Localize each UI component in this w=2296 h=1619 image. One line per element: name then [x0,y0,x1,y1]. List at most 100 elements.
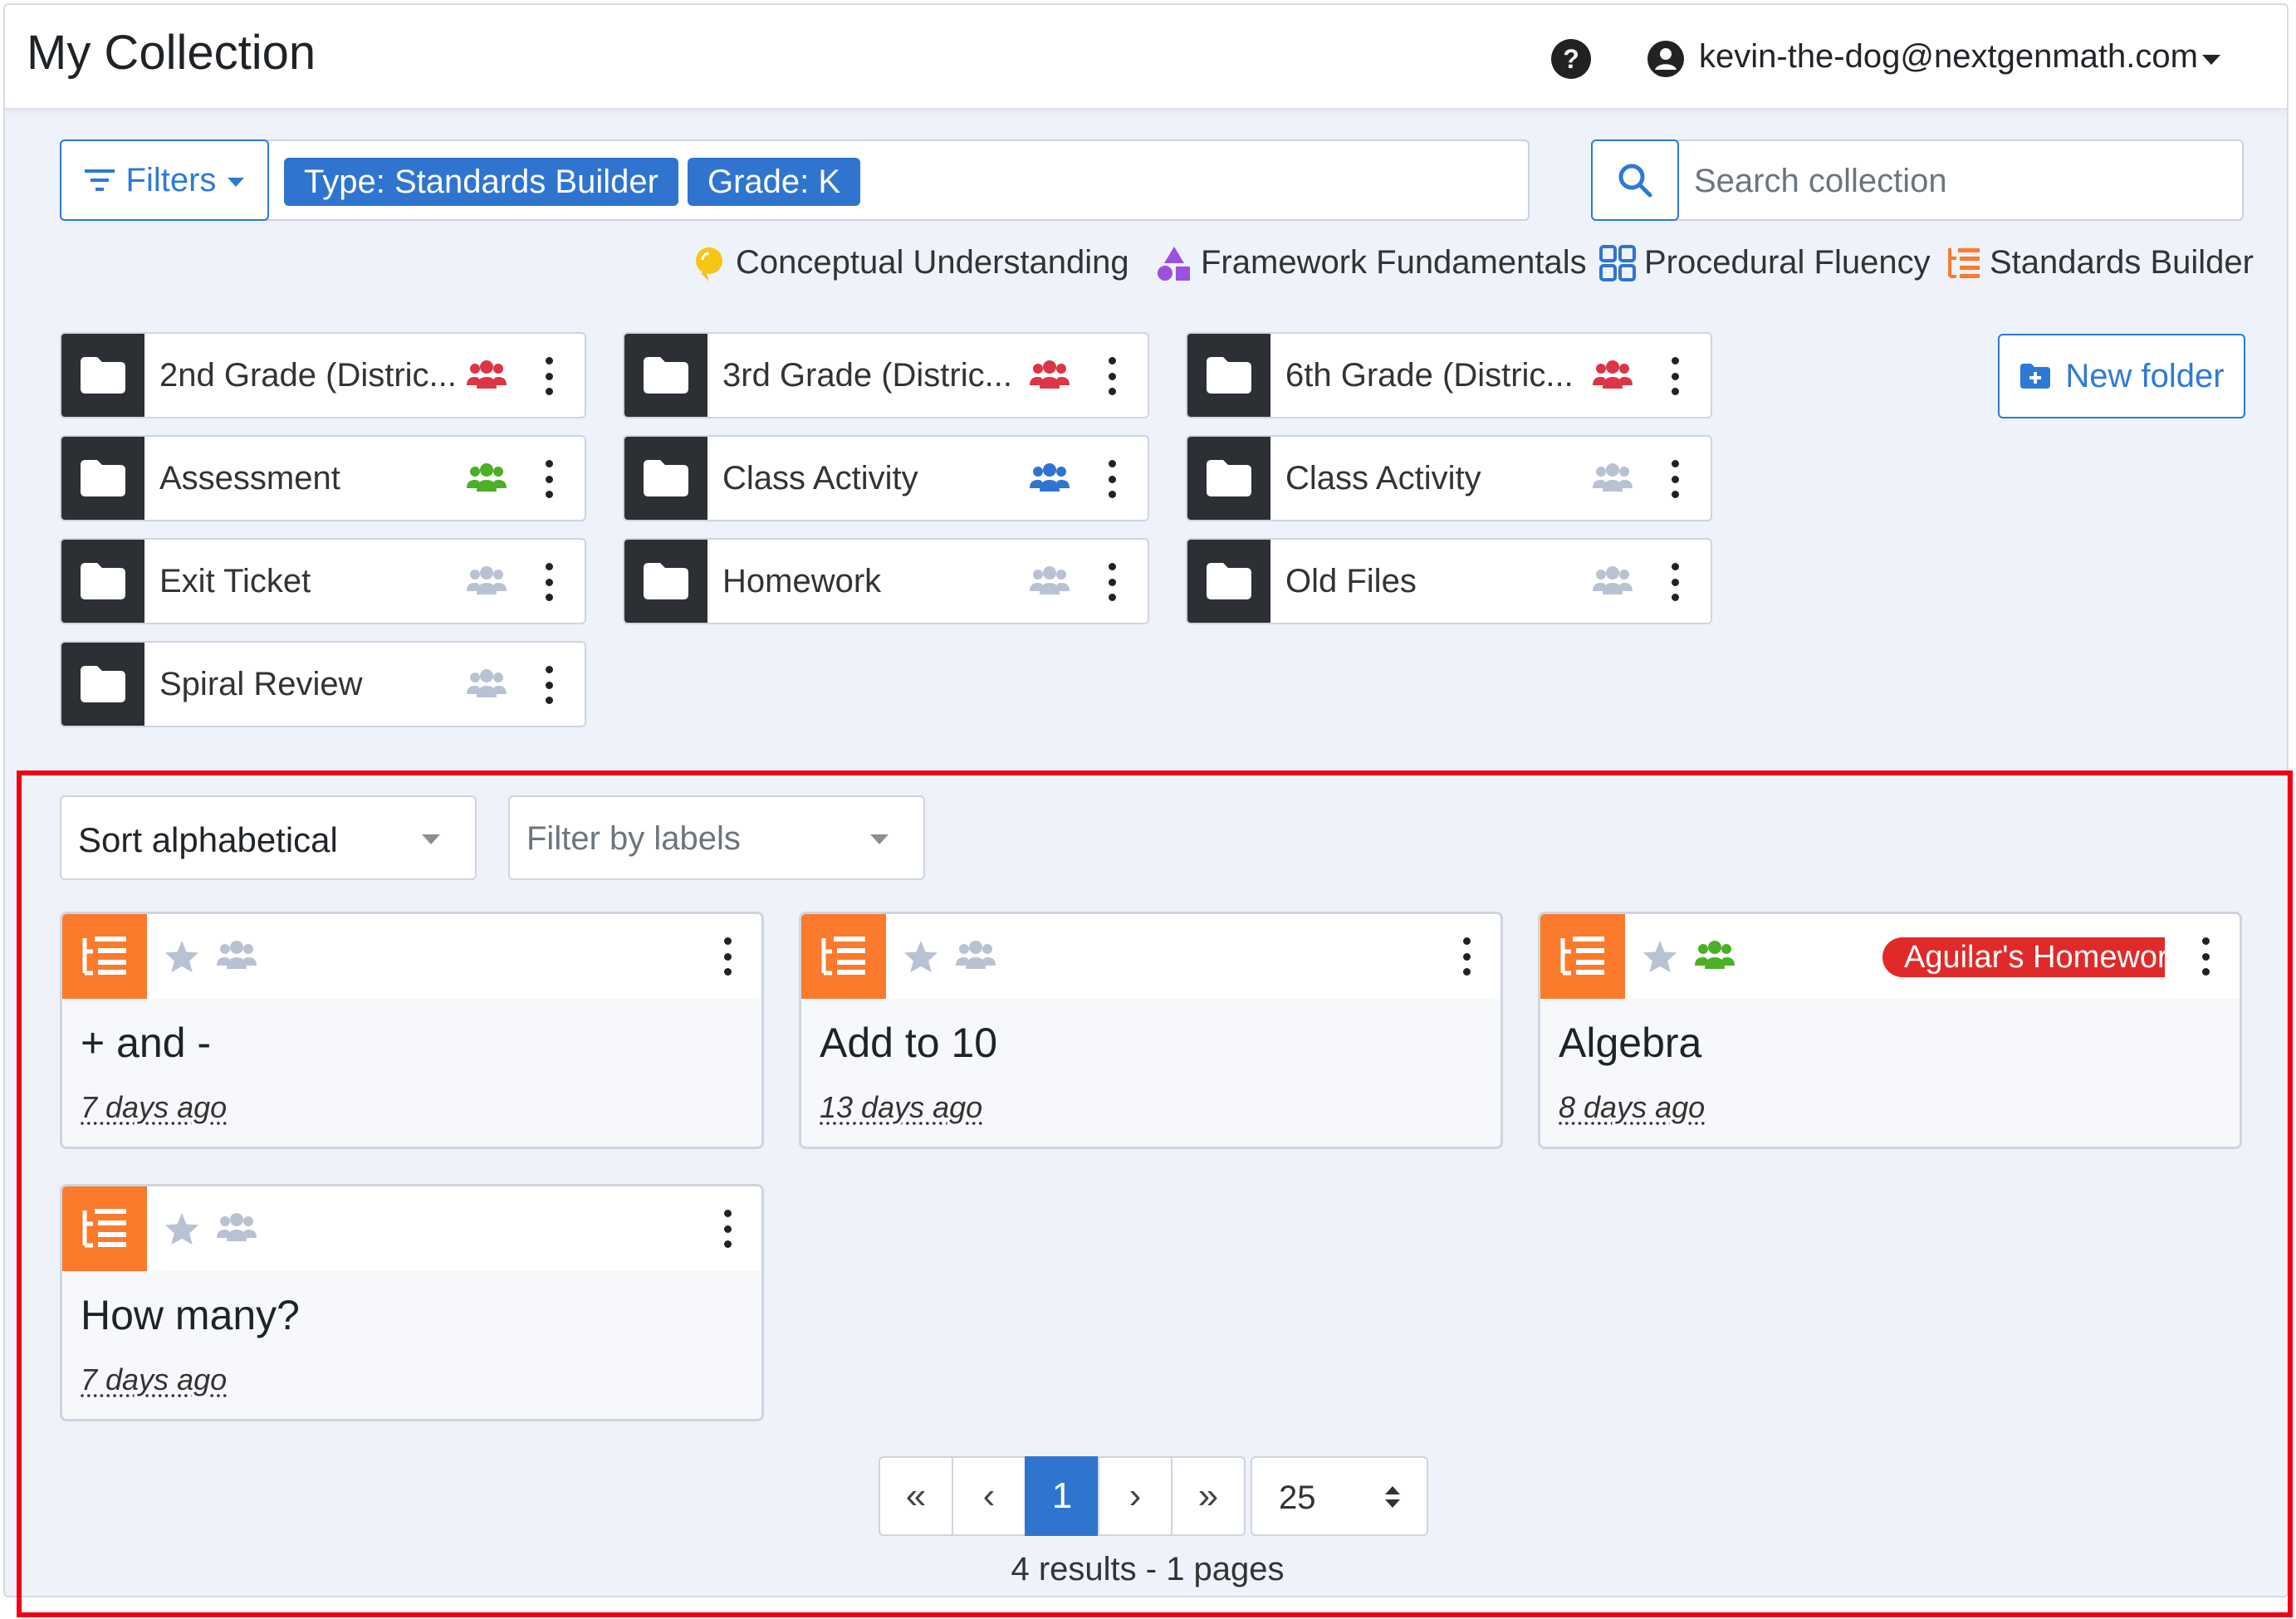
user-email[interactable]: kevin-the-dog@nextgenmath.com [1699,38,2198,76]
filter-chip-grade[interactable]: Grade: K [688,158,861,206]
filter-chip-type[interactable]: Type: Standards Builder [284,158,678,206]
legend-label: Procedural Fluency [1644,244,1931,281]
folder-item[interactable]: Class Activity [1186,435,1712,521]
folder-icon-tab [624,540,707,623]
more-options-icon[interactable] [545,563,553,601]
lightbulb-icon [696,247,722,281]
folder-icon [81,460,125,496]
folder-item[interactable]: 3rd Grade (Distric... [623,332,1149,418]
folder-name: Homework [722,563,882,599]
share-status [1591,462,1633,495]
folder-icon [1207,357,1251,394]
people-icon [1030,360,1070,389]
legend-label: Standards Builder [1990,244,2254,281]
more-options-icon[interactable] [1108,460,1116,498]
folder-item[interactable]: Spiral Review [60,641,586,727]
more-options-icon[interactable] [545,666,553,704]
folder-icon [81,666,125,702]
folder-icon-tab [624,334,707,417]
folder-name: Old Files [1285,563,1417,599]
folder-icon-tab [61,540,144,623]
more-options-icon[interactable] [1108,357,1116,395]
shapes-icon [1158,246,1190,281]
search-button[interactable] [1591,139,1679,221]
folder-icon-tab [61,334,144,417]
people-icon [1593,566,1633,594]
share-status [465,565,507,598]
legend-conceptual-understanding: Conceptual Understanding [691,244,1129,281]
folder-name: Exit Ticket [159,563,311,599]
new-folder-label: New folder [2065,357,2225,394]
active-filters-bar: Filters Type: Standards Builder Grade: K [60,139,1530,221]
help-icon[interactable]: ? [1551,39,1591,79]
folder-icon [81,563,125,599]
people-icon [1593,360,1633,389]
people-icon [467,463,507,492]
list-tree-icon [1948,247,1980,278]
people-icon [467,566,507,594]
more-options-icon[interactable] [545,357,553,395]
folder-name: Class Activity [722,460,918,496]
folder-icon-tab [61,437,144,520]
more-options-icon[interactable] [545,460,553,498]
share-status [465,462,507,495]
user-menu-caret-icon[interactable] [2202,55,2220,65]
folder-item[interactable]: Assessment [60,435,586,521]
share-status [465,668,507,701]
people-icon [467,360,507,389]
more-options-icon[interactable] [1671,563,1679,601]
share-status [465,359,507,392]
legend-label: Conceptual Understanding [736,244,1129,281]
legend-label: Framework Fundamentals [1201,244,1587,281]
folder-icon-tab [61,643,144,726]
folder-icon [81,357,125,394]
folder-item[interactable]: 6th Grade (Distric... [1186,332,1712,418]
folder-name: 3rd Grade (Distric... [722,357,1012,394]
caret-down-icon [228,177,245,187]
more-options-icon[interactable] [1671,460,1679,498]
new-folder-button[interactable]: New folder [1998,334,2245,418]
search-box [1591,139,2244,221]
folder-plus-icon [2020,364,2051,389]
legend-framework-fundamentals: Framework Fundamentals [1156,244,1587,281]
folder-icon-tab [624,437,707,520]
folder-name: Class Activity [1285,460,1481,496]
folder-item[interactable]: Exit Ticket [60,538,586,624]
people-icon [1030,566,1070,594]
legend-standards-builder: Standards Builder [1945,244,2254,281]
folder-name: Spiral Review [159,666,363,702]
filter-lines-icon [84,169,115,191]
user-avatar-icon[interactable] [1646,39,1686,79]
people-icon [467,669,507,697]
filters-button[interactable]: Filters [60,139,269,221]
search-icon [1618,164,1652,198]
people-icon [1030,463,1070,492]
people-icon [1593,463,1633,492]
folder-item[interactable]: Homework [623,538,1149,624]
folder-icon [1207,563,1251,599]
top-bar: My Collection ? kevin-the-dog@nextgenmat… [5,5,2287,110]
filters-button-label: Filters [125,161,217,198]
legend-procedural-fluency: Procedural Fluency [1599,244,1931,281]
folder-item[interactable]: Class Activity [623,435,1149,521]
folder-icon-tab [1187,334,1270,417]
folder-icon [644,357,688,394]
folder-item[interactable]: Old Files [1186,538,1712,624]
folder-icon [1207,460,1251,496]
folder-icon-tab [1187,437,1270,520]
share-status [1028,462,1070,495]
share-status [1028,565,1070,598]
folder-icon-tab [1187,540,1270,623]
folder-item[interactable]: 2nd Grade (Distric... [60,332,586,418]
page-title: My Collection [27,26,316,80]
folder-icon [644,460,688,496]
folder-icon [644,563,688,599]
more-options-icon[interactable] [1108,563,1116,601]
search-input[interactable] [1692,153,2227,209]
share-status [1591,359,1633,392]
more-options-icon[interactable] [1671,357,1679,395]
share-status [1028,359,1070,392]
folder-name: Assessment [159,460,340,496]
grid-icon [1599,244,1636,281]
folder-name: 2nd Grade (Distric... [159,357,457,394]
